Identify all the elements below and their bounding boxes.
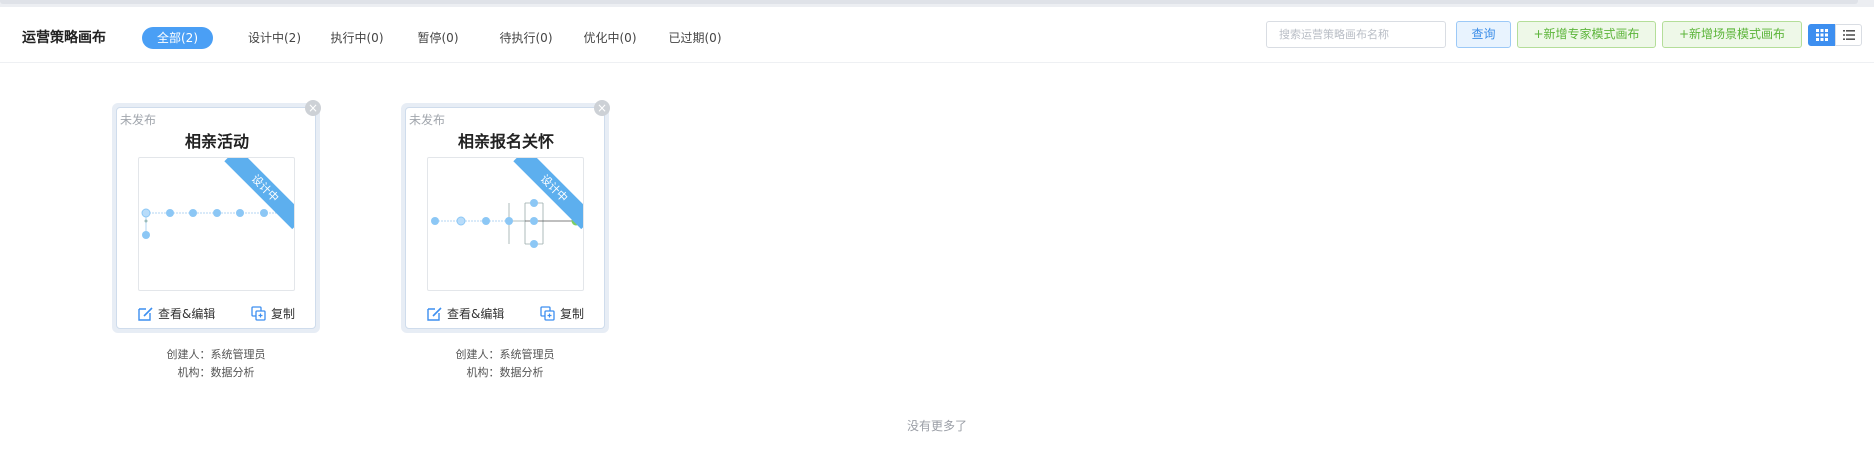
tab-designing[interactable]: 设计中(2) [237,27,312,49]
horizontal-scrollbar[interactable] [0,0,1858,4]
no-more-text: 没有更多了 [906,419,967,433]
tab-optimizing[interactable]: 优化中(0) [576,27,644,49]
close-icon[interactable]: × [594,100,610,116]
org-text: 机构：数据分析 [177,366,255,379]
card-meta: 创建人：系统管理员 机构：数据分析 [401,346,609,382]
canvas-card[interactable]: 未发布 × 相亲活动 设计中 查看&编辑 复制 [112,100,321,333]
close-icon[interactable]: × [305,100,321,116]
flow-preview[interactable]: 设计中 [138,157,295,291]
tab-running[interactable]: 执行中(0) [323,27,391,49]
card-meta: 创建人：系统管理员 机构：数据分析 [112,346,320,382]
view-edit-button[interactable]: 查看&编辑 [138,303,215,323]
add-expert-canvas-button[interactable]: +新增专家模式画布 [1517,21,1656,48]
copy-label: 复制 [560,306,585,321]
tab-expired[interactable]: 已过期(0) [661,27,729,49]
page-title: 运营策略画布 [22,30,106,46]
tab-paused[interactable]: 暂停(0) [408,27,468,49]
tab-all[interactable]: 全部(2) [142,27,213,49]
search-input[interactable] [1266,21,1446,48]
creator-text: 创建人：系统管理员 [166,348,266,361]
grid-view-button[interactable] [1808,24,1835,46]
edit-icon [427,306,442,321]
flow-preview[interactable]: 设计中 [427,157,584,291]
canvas-name: 相亲活动 [184,132,249,151]
list-view-icon [1842,30,1855,40]
canvas-card[interactable]: 未发布 × 相亲报名关怀 设计中 查看&编辑 复制 [401,100,610,333]
top-strip [0,0,1874,7]
copy-button[interactable]: 复制 [251,303,295,323]
publish-status: 未发布 [120,113,157,127]
view-edit-button[interactable]: 查看&编辑 [427,303,504,323]
publish-status: 未发布 [409,113,446,127]
card-actions: 查看&编辑 复制 [117,303,317,323]
card-actions: 查看&编辑 复制 [406,303,606,323]
list-view-button[interactable] [1835,24,1862,46]
copy-icon [540,305,555,321]
copy-label: 复制 [271,306,296,321]
grid-view-icon [1815,29,1828,41]
org-text: 机构：数据分析 [466,366,544,379]
toolbar: 运营策略画布 全部(2) 设计中(2) 执行中(0) 暂停(0) 待执行(0) … [0,7,1874,63]
query-button[interactable]: 查询 [1456,21,1511,48]
creator-text: 创建人：系统管理员 [455,348,555,361]
view-edit-label: 查看&编辑 [158,306,216,321]
flow-diagram-thumbnail [431,199,581,248]
strategy-canvas-page: 运营策略画布 全部(2) 设计中(2) 执行中(0) 暂停(0) 待执行(0) … [0,7,1874,469]
flow-diagram-thumbnail [141,208,293,239]
canvas-card-body: 未发布 × 相亲报名关怀 设计中 查看&编辑 复制 [405,100,610,329]
add-scene-canvas-button[interactable]: +新增场景模式画布 [1662,21,1802,48]
copy-button[interactable]: 复制 [540,303,584,323]
copy-icon [251,305,266,321]
canvas-card-body: 未发布 × 相亲活动 设计中 查看&编辑 复制 [116,100,321,329]
view-edit-label: 查看&编辑 [447,306,505,321]
canvas-name: 相亲报名关怀 [457,132,554,151]
edit-icon [138,306,153,321]
tab-pending[interactable]: 待执行(0) [492,27,560,49]
